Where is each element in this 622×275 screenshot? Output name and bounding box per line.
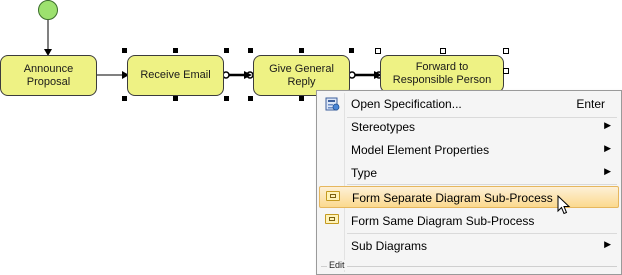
task-label-line: Responsible Person: [392, 74, 492, 86]
task-label-line: Forward to: [415, 61, 469, 73]
resize-handle[interactable]: [299, 96, 304, 101]
menu-item-sub-diagrams[interactable]: Sub Diagrams ▶: [319, 235, 619, 257]
task-label: Give General Reply: [269, 63, 334, 89]
submenu-arrow-icon: ▶: [604, 120, 611, 130]
resize-handle[interactable]: [299, 48, 304, 53]
menu-item-label: Model Element Properties: [351, 143, 490, 157]
subprocess-icon: [326, 191, 340, 201]
resize-handle[interactable]: [122, 96, 127, 101]
specification-icon: [325, 97, 340, 114]
resize-handle[interactable]: [248, 96, 253, 101]
menu-separator: [347, 184, 617, 185]
mouse-cursor-icon: [557, 195, 571, 215]
menu-item-model-element-properties[interactable]: Model Element Properties ▶: [319, 139, 619, 161]
menu-item-form-separate-diagram-sub-process[interactable]: Form Separate Diagram Sub-Process: [319, 186, 619, 208]
context-menu: Open Specification... Enter Stereotypes …: [316, 90, 622, 275]
menu-group-label-edit: Edit: [327, 260, 347, 270]
task-label: Forward to Responsible Person: [393, 61, 491, 87]
menu-item-label: Sub Diagrams: [351, 239, 428, 253]
submenu-arrow-icon: ▶: [604, 166, 611, 176]
menu-item-label: Form Separate Diagram Sub-Process: [352, 191, 553, 205]
start-event[interactable]: [38, 0, 58, 20]
menu-item-label: Open Specification...: [351, 97, 462, 111]
task-announce-proposal[interactable]: Announce Proposal: [0, 55, 97, 96]
task-label: Receive Email: [140, 69, 211, 81]
menu-item-label: Type: [351, 166, 378, 180]
menu-item-label: Form Same Diagram Sub-Process: [351, 214, 535, 228]
subprocess-icon: [325, 214, 339, 224]
resize-handle[interactable]: [122, 48, 127, 53]
resize-handle[interactable]: [224, 96, 229, 101]
task-label-line: Announce: [23, 62, 74, 75]
menu-separator: [347, 233, 617, 234]
task-receive-email[interactable]: Receive Email: [127, 55, 224, 96]
resize-handle[interactable]: [248, 48, 253, 53]
resize-handle[interactable]: [503, 68, 509, 74]
menu-item-shortcut: Enter: [576, 97, 605, 111]
task-label: Announce Proposal: [24, 63, 74, 89]
resize-handle[interactable]: [173, 96, 178, 101]
resize-handle[interactable]: [375, 48, 381, 54]
task-label-line: Reply: [287, 75, 316, 88]
submenu-arrow-icon: ▶: [604, 239, 611, 249]
task-label-line: Give General: [269, 62, 334, 75]
menu-item-stereotypes[interactable]: Stereotypes ▶: [319, 116, 619, 138]
task-forward-to-responsible-person[interactable]: Forward to Responsible Person: [380, 55, 504, 93]
resize-handle[interactable]: [503, 48, 509, 54]
resize-handle[interactable]: [173, 48, 178, 53]
task-label-line: Proposal: [26, 75, 71, 88]
resize-handle[interactable]: [349, 48, 354, 53]
menu-item-open-specification[interactable]: Open Specification... Enter: [319, 93, 619, 115]
resize-handle[interactable]: [440, 48, 446, 54]
submenu-arrow-icon: ▶: [604, 143, 611, 153]
resize-handle[interactable]: [224, 48, 229, 53]
menu-group-divider: [321, 266, 617, 267]
menu-item-form-same-diagram-sub-process[interactable]: Form Same Diagram Sub-Process: [319, 210, 619, 232]
menu-item-label: Stereotypes: [351, 120, 416, 134]
menu-item-type[interactable]: Type ▶: [319, 162, 619, 184]
